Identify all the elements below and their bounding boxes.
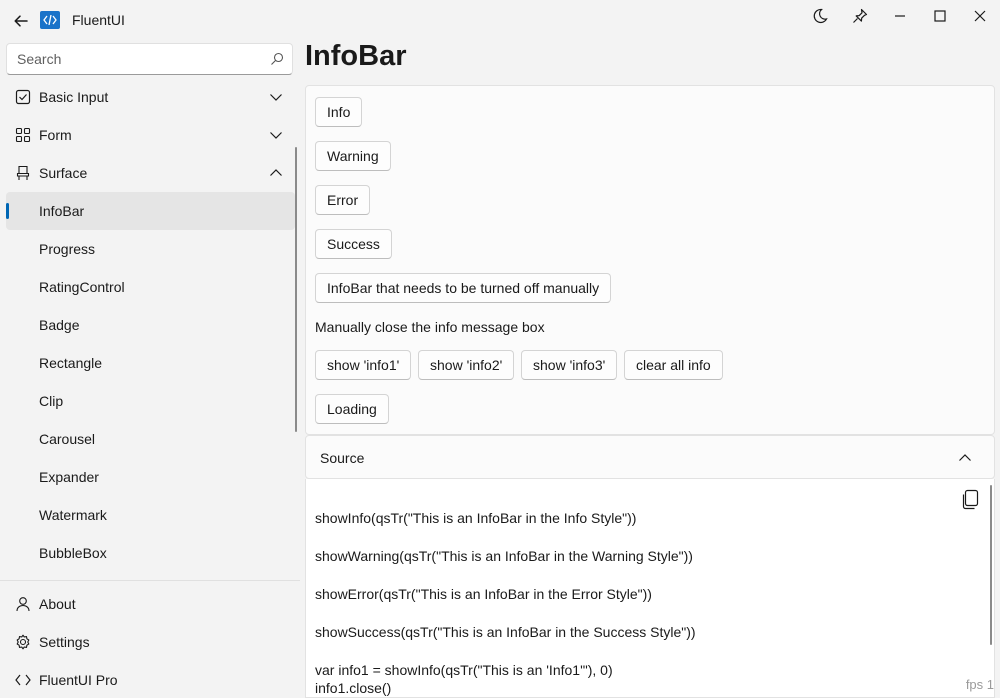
fps-counter: fps 1 — [965, 677, 994, 692]
sidebar-item-rectangle[interactable]: Rectangle — [6, 344, 295, 382]
sidebar-item-label: Watermark — [39, 507, 107, 523]
app-title: FluentUI — [72, 12, 125, 28]
app-logo-icon — [40, 11, 60, 29]
demo-card: Info Warning Error Success InfoBar that … — [305, 85, 995, 435]
back-button[interactable] — [8, 8, 34, 34]
sidebar-item-ratingcontrol[interactable]: RatingControl — [6, 268, 295, 306]
sidebar-item-label: Rectangle — [39, 355, 103, 371]
show-info1-button[interactable]: show 'info1' — [315, 350, 412, 380]
sidebar-item-label: Clip — [39, 393, 64, 409]
sidebar-item-surface[interactable]: Surface — [6, 154, 295, 192]
sidebar-item-about[interactable]: About — [6, 585, 295, 623]
sidebar-item-label: InfoBar — [39, 203, 85, 219]
sidebar-item-label: RatingControl — [39, 279, 125, 295]
sidebar-item-progress[interactable]: Progress — [6, 230, 295, 268]
manual-infobar-button[interactable]: InfoBar that needs to be turned off manu… — [315, 273, 612, 303]
show-info3-button[interactable]: show 'info3' — [521, 350, 618, 380]
code-line: showInfo(qsTr("This is an InfoBar in the… — [315, 510, 637, 526]
search-box — [6, 43, 293, 75]
sidebar-item-infobar[interactable]: InfoBar — [6, 192, 295, 230]
pin-icon — [853, 8, 868, 23]
pin-button[interactable] — [844, 4, 876, 28]
sidebar-divider — [0, 580, 300, 581]
chair-icon — [16, 165, 30, 180]
sidebar-item-basic-input[interactable]: Basic Input — [6, 78, 295, 116]
sidebar-item-label: Settings — [39, 634, 90, 650]
error-button[interactable]: Error — [315, 185, 371, 215]
title-bar: FluentUI — [0, 0, 1000, 40]
chevron-down-icon — [270, 132, 282, 139]
page-title: InfoBar — [305, 40, 407, 72]
show-info2-button[interactable]: show 'info2' — [418, 350, 515, 380]
minimize-button[interactable] — [884, 4, 916, 28]
maximize-icon — [934, 10, 946, 22]
sidebar-item-label: About — [39, 596, 76, 612]
code-line: showError(qsTr("This is an InfoBar in th… — [315, 586, 652, 602]
source-label: Source — [320, 450, 365, 466]
code-line: showSuccess(qsTr("This is an InfoBar in … — [315, 624, 696, 640]
sidebar-item-expander[interactable]: Expander — [6, 458, 295, 496]
close-icon — [974, 10, 986, 22]
chevron-down-icon — [270, 94, 282, 101]
sidebar-item-label: Carousel — [39, 431, 96, 447]
clear-all-info-button[interactable]: clear all info — [624, 350, 723, 380]
sidebar-item-label: Form — [39, 127, 72, 143]
sidebar-item-label: Badge — [39, 317, 80, 333]
sidebar-item-label: FluentUI Pro — [39, 672, 118, 688]
sidebar-footer-nav: About Settings FluentUI Pro — [6, 585, 295, 698]
sidebar-item-form[interactable]: Form — [6, 116, 295, 154]
person-icon — [16, 597, 30, 612]
minimize-icon — [895, 15, 905, 17]
gear-icon — [16, 634, 30, 650]
chevron-up-icon — [959, 454, 971, 461]
warning-button[interactable]: Warning — [315, 141, 391, 171]
grid-icon — [15, 127, 31, 143]
sidebar-scrollbar[interactable] — [295, 147, 297, 432]
sidebar-item-watermark[interactable]: Watermark — [6, 496, 295, 534]
code-line: showWarning(qsTr("This is an InfoBar in … — [315, 548, 693, 564]
source-expander-header[interactable]: Source — [305, 435, 995, 479]
manual-close-label: Manually close the info message box — [315, 319, 545, 335]
sidebar-item-bubblebox[interactable]: BubbleBox — [6, 534, 295, 572]
copy-icon[interactable] — [960, 489, 980, 511]
checkbox-icon — [15, 89, 31, 105]
code-scrollbar[interactable] — [990, 485, 992, 645]
sidebar-nav: Basic Input Form Surface InfoBar Progres… — [6, 78, 295, 572]
search-icon[interactable] — [270, 52, 284, 66]
search-input[interactable] — [7, 44, 262, 74]
code-line: info1.close() — [315, 680, 392, 696]
sidebar-item-label: Surface — [39, 165, 88, 181]
sidebar-item-label: BubbleBox — [39, 545, 107, 561]
chevron-up-icon — [270, 169, 282, 176]
sidebar-item-label: Basic Input — [39, 89, 109, 105]
close-button[interactable] — [964, 4, 996, 28]
source-code-area: showInfo(qsTr("This is an InfoBar in the… — [305, 479, 995, 698]
sidebar-item-settings[interactable]: Settings — [6, 623, 295, 661]
dark-mode-toggle[interactable] — [804, 4, 836, 28]
sidebar-item-carousel[interactable]: Carousel — [6, 420, 295, 458]
sidebar-item-label: Expander — [39, 469, 99, 485]
arrow-left-icon — [14, 15, 28, 27]
success-button[interactable]: Success — [315, 229, 392, 259]
sidebar-item-badge[interactable]: Badge — [6, 306, 295, 344]
maximize-button[interactable] — [924, 4, 956, 28]
loading-button[interactable]: Loading — [315, 394, 389, 424]
moon-icon — [813, 8, 828, 23]
sidebar-item-fluentui-pro[interactable]: FluentUI Pro — [6, 661, 295, 698]
info-button[interactable]: Info — [315, 97, 363, 127]
code-icon — [15, 674, 31, 686]
sidebar-item-clip[interactable]: Clip — [6, 382, 295, 420]
sidebar-item-label: Progress — [39, 241, 96, 257]
code-line: var info1 = showInfo(qsTr("This is an 'I… — [315, 662, 613, 678]
